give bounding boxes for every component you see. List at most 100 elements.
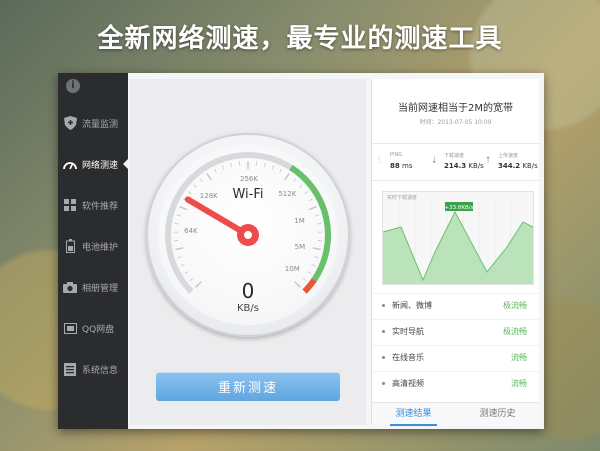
sidebar: i 流量监测 网络测速 软件推荐 电池维护 相册管理 QQ网盘 系统信息: [58, 73, 128, 429]
sidebar-item-system-info[interactable]: 系统信息: [58, 349, 128, 389]
tab-test-history[interactable]: 测速历史: [456, 403, 539, 426]
speed-gauge: 64K 128K 256K 512K 1M 5M 10M Wi-Fi 0 KB/s: [146, 133, 350, 337]
gauge-tick: [312, 247, 321, 251]
stats-row: ⫶ PING 88 ms ⭣ 下载速度 214.3 KB/s ⭡ 上传速度 34…: [372, 143, 539, 181]
gauge-tick: [184, 271, 189, 275]
list-item: 高清视频 流畅: [372, 371, 539, 396]
shield-icon: [63, 116, 77, 130]
speedometer-icon: [63, 157, 77, 171]
needle-hub-center: [244, 231, 252, 239]
sidebar-item-qq-disk[interactable]: QQ网盘: [58, 308, 128, 348]
gauge-speed-value: 0: [241, 279, 255, 303]
gauge-tick: [199, 178, 203, 183]
gauge-speed-unit: KB/s: [237, 303, 259, 314]
result-panel: 当前网速相当于2M的宽带 时间：2013-07-05 10:09 ⫶ PING …: [371, 79, 539, 426]
gauge-tick: [317, 223, 322, 225]
chart-marker: +33.8KB/s: [445, 205, 474, 211]
gauge-tick-label: 1M: [294, 217, 305, 226]
sidebar-item-album[interactable]: 相册管理: [58, 267, 128, 307]
sidebar-item-label: 软件推荐: [82, 201, 119, 212]
sidebar-item-label: 系统信息: [82, 365, 119, 376]
item-status: 流畅: [511, 379, 527, 388]
realtime-speed-chart: 实时下载速度 +33.8KB/s: [382, 191, 534, 285]
bullet: [382, 330, 385, 333]
stat-value: 344.2 KB/s: [498, 162, 538, 170]
upload-icon: ⭡: [486, 156, 491, 166]
stat-value: 88 ms: [390, 162, 413, 170]
gauge-tick-label: 256K: [240, 175, 258, 183]
item-name: 实时导航: [392, 327, 424, 336]
result-title: 当前网速相当于2M的宽带: [398, 103, 513, 114]
gauge-tick: [214, 168, 217, 173]
gauge-tick: [177, 256, 182, 259]
stat-label: 上传速度: [498, 153, 519, 159]
stat-value: 214.3 KB/s: [444, 162, 484, 170]
sidebar-item-label: 网络测速: [82, 160, 119, 171]
item-name: 新闻、微博: [392, 301, 432, 310]
list-item: 在线音乐 流畅: [372, 345, 539, 370]
gauge-tick: [293, 178, 297, 183]
item-name: 高清视频: [392, 379, 424, 388]
list-item: 新闻、微博 极流畅: [372, 293, 539, 318]
stat-ping: ⫶ PING 88 ms: [374, 148, 429, 176]
apps-grid-icon: [63, 198, 77, 212]
item-status: 流畅: [511, 353, 527, 362]
sidebar-item-label: 流量监测: [82, 119, 119, 130]
bullet: [382, 304, 385, 307]
gauge-tick: [263, 162, 266, 168]
item-status: 极流畅: [503, 327, 527, 336]
headline: 全新网络测速，最专业的测速工具: [97, 24, 503, 54]
tablet-screen: i 流量监测 网络测速 软件推荐 电池维护 相册管理 QQ网盘 系统信息 64K…: [58, 73, 544, 429]
stat-label: 下载速度: [444, 153, 465, 159]
sidebar-item-app-recommend[interactable]: 软件推荐: [58, 185, 128, 225]
camera-icon: [63, 280, 77, 294]
gauge-tick-label: 64K: [184, 227, 198, 236]
chart-area: [383, 212, 533, 284]
stat-label: PING: [390, 152, 403, 158]
sidebar-item-traffic-monitor[interactable]: 流量监测: [58, 103, 128, 143]
gauge-tick: [311, 263, 316, 267]
gauge-tick: [175, 247, 184, 251]
gauge-tick: [222, 165, 225, 170]
sidebar-item-speed-test[interactable]: 网络测速: [58, 144, 128, 184]
list-item: 实时导航 极流畅: [372, 319, 539, 344]
result-tabs: 测速结果 测速历史: [372, 402, 539, 426]
tab-test-result[interactable]: 测速结果: [372, 403, 455, 426]
item-status: 极流畅: [503, 301, 527, 310]
sidebar-item-label: 电池维护: [82, 242, 119, 253]
gauge-tick-label: 5M: [294, 243, 306, 252]
gauge-tick: [174, 223, 179, 225]
gauge-tick: [206, 173, 212, 181]
gauge-tick: [284, 173, 290, 181]
gauge-tick: [230, 162, 233, 168]
info-list-icon: [63, 362, 77, 376]
gauge-tick: [179, 206, 188, 211]
sidebar-item-label: 相册管理: [82, 283, 119, 294]
gauge-tick: [315, 214, 320, 217]
gauge-tick: [307, 271, 312, 275]
gauge-tick: [271, 165, 274, 170]
gauge-network-type: Wi-Fi: [232, 187, 264, 202]
bullet: [382, 382, 385, 385]
gauge-tick: [180, 263, 185, 267]
info-icon[interactable]: i: [66, 79, 80, 93]
sidebar-item-label: QQ网盘: [82, 324, 115, 335]
item-name: 在线音乐: [392, 353, 424, 362]
gauge-tick: [308, 206, 317, 211]
ping-icon: ⫶: [378, 156, 381, 166]
gauge-tick-label: 10M: [284, 264, 300, 273]
battery-icon: [63, 239, 77, 253]
download-icon: ⭣: [432, 156, 437, 166]
gauge-tick: [314, 256, 319, 259]
stat-download: ⭣ 下载速度 214.3 KB/s: [428, 148, 484, 176]
result-time: 时间：2013-07-05 10:09: [419, 119, 492, 126]
gauge-tick: [176, 214, 181, 217]
folder-icon: [63, 321, 77, 335]
retest-button[interactable]: 重新测速: [156, 372, 340, 401]
sidebar-item-battery[interactable]: 电池维护: [58, 226, 128, 266]
stat-upload: ⭡ 上传速度 344.2 KB/s: [482, 148, 538, 176]
chart-graphic: +33.8KB/s: [383, 202, 533, 284]
gauge-tick: [279, 168, 282, 173]
speed-test-panel: 64K 128K 256K 512K 1M 5M 10M Wi-Fi 0 KB/s 重新测速: [130, 79, 366, 425]
bullet: [382, 356, 385, 359]
